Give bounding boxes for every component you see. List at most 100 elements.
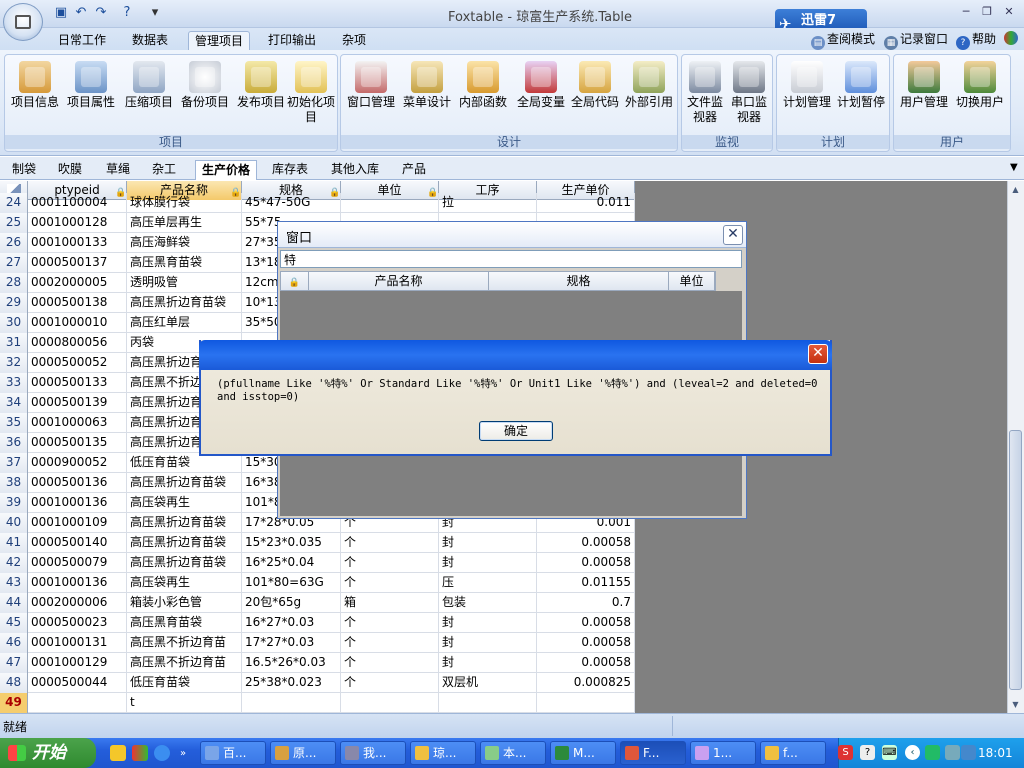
cell-ptypeid[interactable]: 0001000133	[28, 233, 127, 253]
quicklaunch-more-icon[interactable]: »	[180, 748, 186, 759]
tray-keyboard-icon[interactable]: ⌨	[882, 745, 897, 760]
cell-spec[interactable]: 101*80=63G	[242, 573, 341, 593]
internal-functions-button[interactable]: 内部函数	[455, 61, 511, 110]
tab-data-tables[interactable]: 数据表	[126, 31, 174, 51]
cell-process[interactable]: 封	[439, 553, 537, 573]
close-button[interactable]: ✕	[998, 4, 1020, 20]
init-project-button[interactable]: 初始化项目	[286, 61, 336, 125]
cell-product-name[interactable]: 球体膜行袋	[127, 193, 242, 213]
tray-question-icon[interactable]: ?	[860, 745, 875, 760]
global-variables-button[interactable]: 全局变量	[513, 61, 569, 110]
row-number[interactable]: 37	[0, 453, 28, 473]
plan-management-button[interactable]: 计划管理	[779, 61, 835, 110]
cell-spec[interactable]: 25*38*0.023	[242, 673, 341, 693]
cell-product-name[interactable]: 箱装小彩色管	[127, 593, 242, 613]
cell-unit[interactable]: 个	[341, 673, 439, 693]
row-number[interactable]: 41	[0, 533, 28, 553]
ok-button[interactable]: 确定	[479, 421, 553, 441]
publish-project-button[interactable]: 发布项目	[233, 61, 289, 110]
cell-process[interactable]: 双层机	[439, 673, 537, 693]
tray-expand-icon[interactable]: ‹	[905, 745, 920, 760]
help-circle-icon[interactable]: ?	[118, 4, 136, 22]
taskbar-item-8[interactable]: 1...	[690, 741, 756, 765]
tray-s-icon[interactable]: S	[838, 745, 853, 760]
cell-product-name[interactable]: 透明吸管	[127, 273, 242, 293]
tab-manage-project[interactable]: 管理项目	[188, 31, 251, 51]
row-number[interactable]: 40	[0, 513, 28, 533]
scrollbar-thumb[interactable]	[1009, 430, 1022, 690]
save-icon[interactable]: ▣	[52, 4, 70, 22]
cell-product-name[interactable]: 高压袋再生	[127, 493, 242, 513]
cell-product-name[interactable]: 低压育苗袋	[127, 673, 242, 693]
cell-ptypeid[interactable]: 0000500079	[28, 553, 127, 573]
cell-unit-price[interactable]: 0.00058	[537, 613, 635, 633]
row-number[interactable]: 28	[0, 273, 28, 293]
cell-ptypeid[interactable]: 0001000136	[28, 493, 127, 513]
cell-product-name[interactable]: t	[127, 693, 242, 713]
sheet-tab-production-price[interactable]: 生产价格	[195, 160, 258, 180]
cell-ptypeid[interactable]: 0002000005	[28, 273, 127, 293]
table-row[interactable]: 46 0001000131 高压黑不折边育苗 17*27*0.03 个封 0.00058	[0, 633, 635, 653]
cell-spec[interactable]: 16*25*0.04	[242, 553, 341, 573]
row-number[interactable]: 46	[0, 633, 28, 653]
cell-ptypeid[interactable]: 0001000129	[28, 653, 127, 673]
table-row[interactable]: 47 0001000129 高压黑不折边育苗 16.5*26*0.03 个封 0.0005…	[0, 653, 635, 673]
cell-product-name[interactable]: 高压黑育苗袋	[127, 253, 242, 273]
application-menu-button[interactable]	[3, 3, 43, 41]
cell-ptypeid[interactable]: 0001000109	[28, 513, 127, 533]
taskbar-item-7[interactable]: F...	[620, 741, 686, 765]
table-row[interactable]: 44 0002000006 箱装小彩色管 20包*65g 箱包装 0.7	[0, 593, 635, 613]
taskbar-item-1[interactable]: 百...	[200, 741, 266, 765]
row-number[interactable]: 24	[0, 193, 28, 213]
cell-spec[interactable]: 16.5*26*0.03	[242, 653, 341, 673]
cell-spec[interactable]: 16*27*0.03	[242, 613, 341, 633]
cell-ptypeid[interactable]: 0000500139	[28, 393, 127, 413]
menu-design-button[interactable]: 菜单设计	[399, 61, 455, 110]
cell-process[interactable]: 封	[439, 533, 537, 553]
global-code-button[interactable]: 全局代码	[567, 61, 623, 110]
cell-unit-price[interactable]: 0.00058	[537, 633, 635, 653]
cell-ptypeid[interactable]: 0001000128	[28, 213, 127, 233]
cell-product-name[interactable]: 高压黑折边育苗袋	[127, 293, 242, 313]
taskbar-item-9[interactable]: f...	[760, 741, 826, 765]
child-grid-corner[interactable]: 🔒	[281, 272, 309, 290]
cell-ptypeid[interactable]: 0001000010	[28, 313, 127, 333]
cell-product-name[interactable]: 高压黑折边育苗袋	[127, 553, 242, 573]
cell-ptypeid[interactable]: 0001000063	[28, 413, 127, 433]
cell-product-name[interactable]: 低压育苗袋	[127, 453, 242, 473]
tab-print-output[interactable]: 打印输出	[262, 31, 322, 51]
search-input[interactable]	[280, 250, 742, 268]
table-row[interactable]: 43 0001000136 高压袋再生 101*80=63G 个压 0.01155	[0, 573, 635, 593]
switch-user-button[interactable]: 切换用户	[952, 61, 1008, 110]
backup-project-button[interactable]: 备份项目	[177, 61, 233, 110]
cell-unit[interactable]: 个	[341, 553, 439, 573]
child-col-header-unit[interactable]: 单位	[669, 272, 715, 290]
quick-access-dropdown-icon[interactable]: ▾	[146, 4, 164, 22]
cell-unit[interactable]: 个	[341, 633, 439, 653]
taskbar-item-4[interactable]: 琼...	[410, 741, 476, 765]
plan-pause-button[interactable]: 计划暂停	[833, 61, 889, 110]
scroll-up-icon[interactable]: ▲	[1008, 182, 1023, 197]
cell-spec[interactable]: 15*23*0.035	[242, 533, 341, 553]
cell-unit-price[interactable]: 0.011	[537, 193, 635, 213]
cell-process[interactable]: 压	[439, 573, 537, 593]
taskbar-item-5[interactable]: 本...	[480, 741, 546, 765]
cell-unit-price[interactable]: 0.7	[537, 593, 635, 613]
row-number[interactable]: 26	[0, 233, 28, 253]
cell-product-name[interactable]: 高压黑育苗袋	[127, 613, 242, 633]
cell-process[interactable]	[439, 693, 537, 713]
quicklaunch-windows-icon[interactable]	[132, 745, 148, 761]
child-col-header-product-name[interactable]: 产品名称	[309, 272, 489, 290]
cell-process[interactable]: 封	[439, 633, 537, 653]
sheet-tab-inventory[interactable]: 库存表	[266, 160, 314, 180]
child-window-close-button[interactable]: ✕	[723, 225, 743, 245]
cell-spec[interactable]: 17*27*0.03	[242, 633, 341, 653]
table-row[interactable]: 24 0001100004 球体膜行袋 45*47-50G 拉 0.011	[0, 193, 635, 213]
minimize-button[interactable]: ─	[955, 4, 977, 20]
table-row[interactable]: 45 0000500023 高压黑育苗袋 16*27*0.03 个封 0.00058	[0, 613, 635, 633]
cell-unit[interactable]: 个	[341, 573, 439, 593]
cell-ptypeid[interactable]	[28, 693, 127, 713]
cell-ptypeid[interactable]: 0000500023	[28, 613, 127, 633]
cell-unit[interactable]: 个	[341, 653, 439, 673]
row-number[interactable]: 48	[0, 673, 28, 693]
